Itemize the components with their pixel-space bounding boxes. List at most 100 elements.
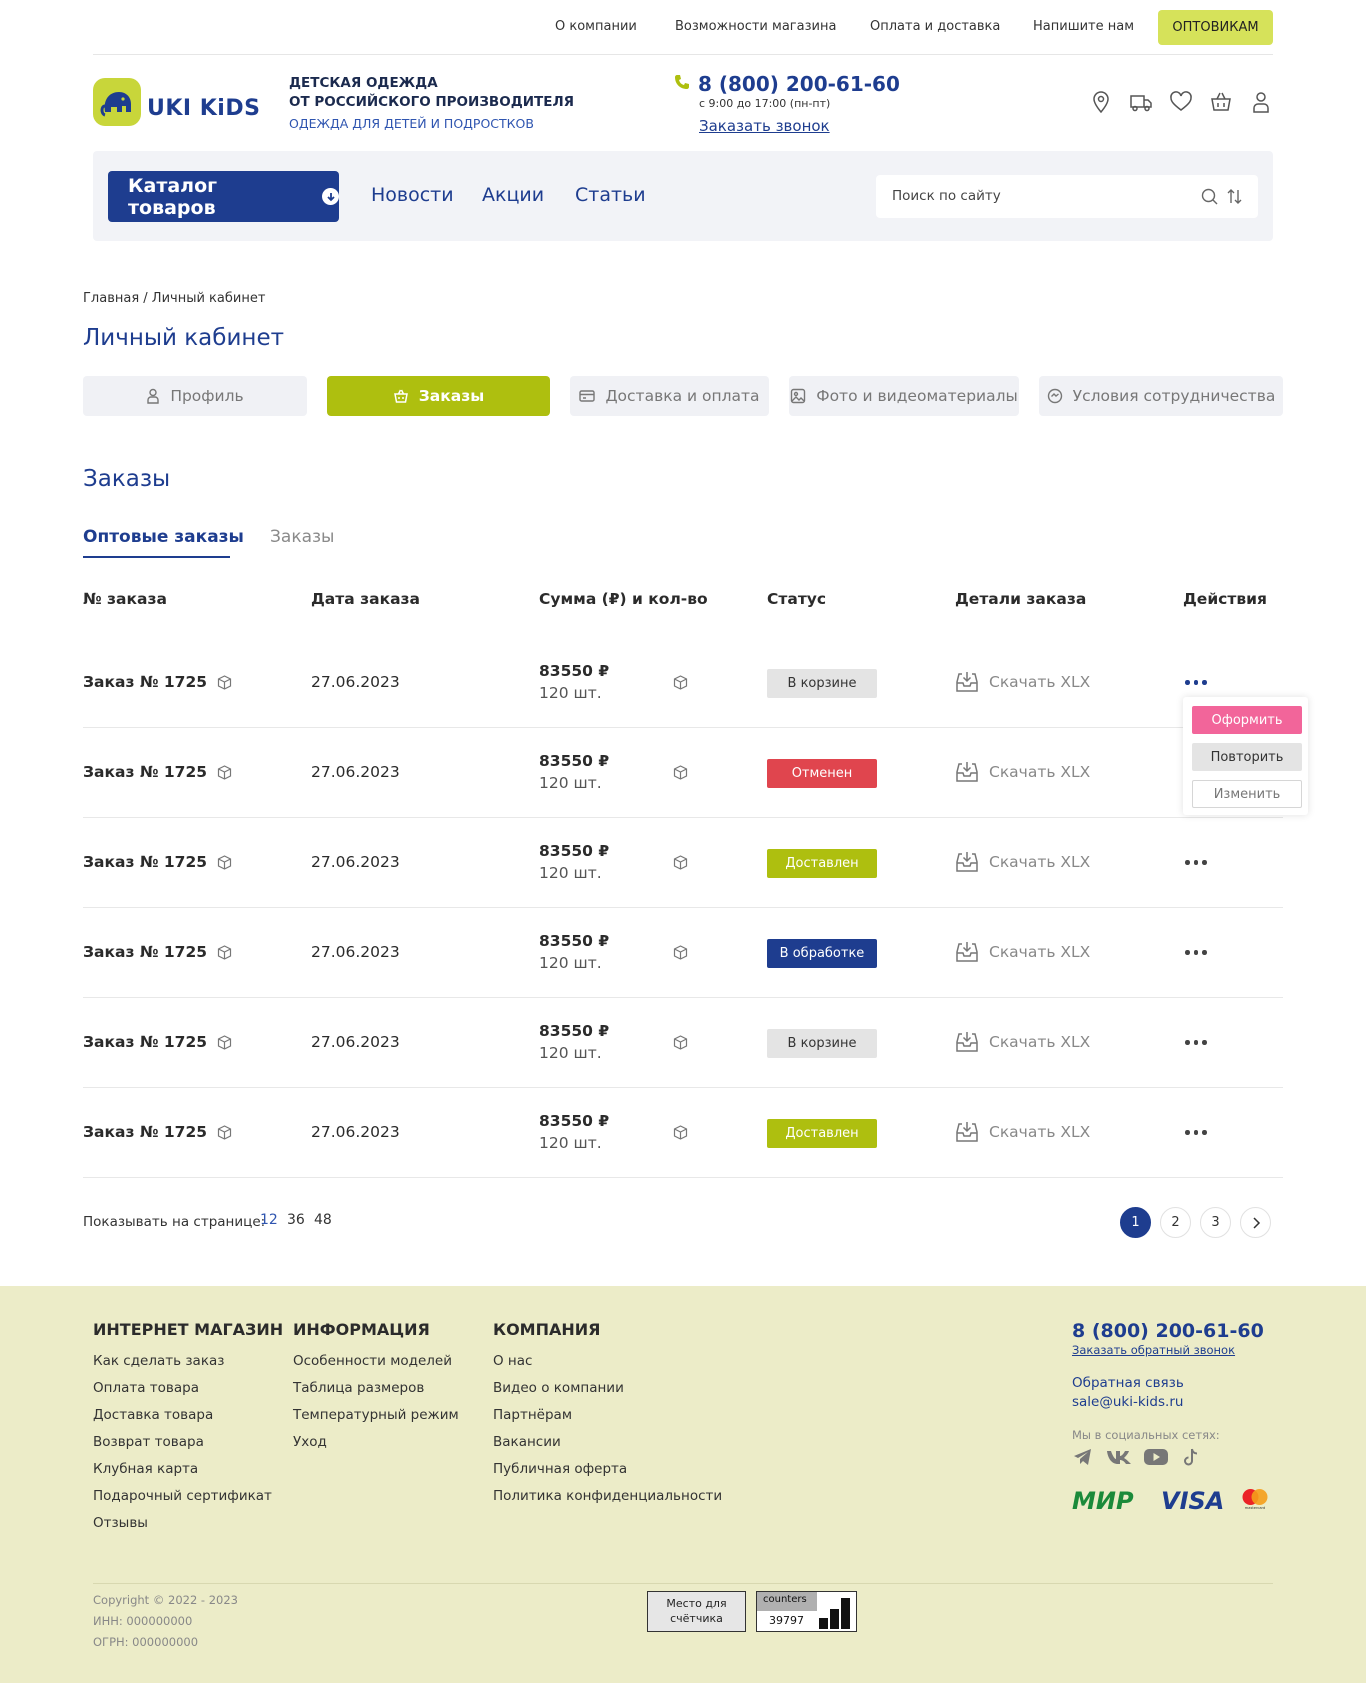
footer-link-shop[interactable]: Клубная карта — [93, 1461, 198, 1477]
package-icon[interactable] — [673, 945, 688, 960]
order-number[interactable]: Заказ № 1725 — [83, 943, 232, 961]
telegram-icon[interactable] — [1073, 1448, 1093, 1466]
topnav-link-about[interactable]: О компании — [555, 19, 637, 34]
order-date: 27.06.2023 — [311, 763, 400, 781]
search-icon[interactable] — [1201, 188, 1218, 205]
location-icon[interactable] — [1089, 90, 1113, 114]
catalog-button[interactable]: Каталог товаров — [108, 171, 339, 222]
vk-icon[interactable] — [1106, 1449, 1132, 1465]
footer-heading-company: КОМПАНИЯ — [493, 1320, 601, 1339]
download-xlx-link[interactable]: Скачать XLX — [955, 760, 1090, 784]
package-icon[interactable] — [673, 855, 688, 870]
footer-callback-link[interactable]: Заказать обратный звонок — [1072, 1343, 1235, 1357]
footer-link-company[interactable]: Публичная оферта — [493, 1461, 627, 1477]
footer-link-company[interactable]: Видео о компании — [493, 1380, 624, 1396]
topnav-link-payment-delivery[interactable]: Оплата и доставка — [870, 19, 1000, 34]
footer-link-info[interactable]: Особенности моделей — [293, 1353, 452, 1369]
callback-link[interactable]: Заказать звонок — [699, 117, 830, 135]
tab-media[interactable]: Фото и видеоматериалы — [789, 376, 1019, 416]
footer-link-info[interactable]: Уход — [293, 1434, 327, 1450]
footer-link-company[interactable]: Вакансии — [493, 1434, 561, 1450]
more-actions-icon[interactable] — [1185, 1040, 1207, 1045]
per-page-option-48[interactable]: 48 — [314, 1212, 332, 1228]
column-header-sum: Сумма (₽) и кол-во — [539, 590, 708, 608]
footer-link-shop[interactable]: Оплата товара — [93, 1380, 199, 1396]
tab-orders-retail[interactable]: Заказы — [270, 527, 334, 547]
more-actions-icon[interactable] — [1185, 1130, 1207, 1135]
footer-link-company[interactable]: Партнёрам — [493, 1407, 572, 1423]
footer-phone[interactable]: 8 (800) 200-61-60 — [1072, 1320, 1264, 1342]
page-1[interactable]: 1 — [1120, 1207, 1151, 1238]
basket-icon — [393, 388, 409, 404]
package-icon — [217, 674, 232, 690]
nav-link-news[interactable]: Новости — [371, 184, 454, 206]
page-3[interactable]: 3 — [1200, 1207, 1231, 1238]
footer-link-shop[interactable]: Как сделать заказ — [93, 1353, 224, 1369]
nav-link-articles[interactable]: Статьи — [575, 184, 646, 206]
repeat-button[interactable]: Повторить — [1192, 743, 1302, 771]
nav-link-promotions[interactable]: Акции — [482, 184, 544, 206]
download-xlx-link[interactable]: Скачать XLX — [955, 850, 1090, 874]
order-date: 27.06.2023 — [311, 673, 400, 691]
tab-cooperation[interactable]: Условия сотрудничества — [1039, 376, 1283, 416]
logo-elephant-icon[interactable] — [93, 78, 141, 126]
status-badge: Доставлен — [767, 849, 877, 878]
order-number[interactable]: Заказ № 1725 — [83, 1123, 232, 1141]
order-number[interactable]: Заказ № 1725 — [83, 673, 232, 691]
footer-link-shop[interactable]: Отзывы — [93, 1515, 148, 1531]
more-actions-icon[interactable] — [1185, 860, 1207, 865]
order-number[interactable]: Заказ № 1725 — [83, 1033, 232, 1051]
package-icon[interactable] — [673, 675, 688, 690]
tiktok-icon[interactable] — [1183, 1448, 1199, 1466]
order-number[interactable]: Заказ № 1725 — [83, 763, 232, 781]
sort-icon[interactable] — [1226, 188, 1243, 205]
package-icon[interactable] — [673, 1035, 688, 1050]
status-badge: В корзине — [767, 1029, 877, 1058]
footer-email[interactable]: sale@uki-kids.ru — [1072, 1394, 1183, 1410]
user-icon[interactable] — [1249, 90, 1273, 114]
tab-orders[interactable]: Заказы — [327, 376, 550, 416]
per-page-option-36[interactable]: 36 — [287, 1212, 305, 1228]
logo-text[interactable]: UKI KiDS — [147, 96, 260, 121]
footer-link-shop[interactable]: Возврат товара — [93, 1434, 204, 1450]
download-xlx-link[interactable]: Скачать XLX — [955, 1120, 1090, 1144]
footer-link-company[interactable]: О нас — [493, 1353, 532, 1369]
wholesale-button[interactable]: ОПТОВИКАМ — [1158, 10, 1273, 45]
counter-widget[interactable]: counters 39797 — [756, 1591, 857, 1632]
download-xlx-link[interactable]: Скачать XLX — [955, 670, 1090, 694]
footer-link-info[interactable]: Температурный режим — [293, 1407, 459, 1423]
package-icon[interactable] — [673, 765, 688, 780]
topnav-link-contact[interactable]: Напишите нам — [1033, 19, 1134, 34]
footer-link-info[interactable]: Таблица размеров — [293, 1380, 424, 1396]
next-page-button[interactable] — [1240, 1207, 1271, 1238]
header-phone[interactable]: 8 (800) 200-61-60 — [698, 72, 900, 96]
basket-icon[interactable] — [1209, 90, 1233, 114]
inn: ИНН: 000000000 — [93, 1614, 193, 1628]
youtube-icon[interactable] — [1144, 1448, 1168, 1466]
tab-wholesale-orders[interactable]: Оптовые заказы — [83, 527, 244, 547]
footer-link-company[interactable]: Политика конфиденциальности — [493, 1488, 722, 1504]
order-quantity: 120 шт. — [539, 864, 602, 882]
checkout-button[interactable]: Оформить — [1192, 706, 1302, 734]
tab-profile[interactable]: Профиль — [83, 376, 307, 416]
page-2[interactable]: 2 — [1160, 1207, 1191, 1238]
download-xlx-link[interactable]: Скачать XLX — [955, 940, 1090, 964]
search-input[interactable]: Поиск по сайту — [876, 175, 1258, 218]
feedback-link[interactable]: Обратная связь — [1072, 1375, 1184, 1391]
breadcrumb[interactable]: Главная / Личный кабинет — [83, 291, 265, 306]
order-date: 27.06.2023 — [311, 853, 400, 871]
more-actions-icon[interactable] — [1185, 680, 1207, 685]
footer-link-shop[interactable]: Доставка товара — [93, 1407, 213, 1423]
download-xlx-link[interactable]: Скачать XLX — [955, 1030, 1090, 1054]
footer-link-shop[interactable]: Подарочный сертификат — [93, 1488, 272, 1504]
per-page-option-12[interactable]: 12 — [260, 1212, 278, 1228]
more-actions-icon[interactable] — [1185, 950, 1207, 955]
package-icon[interactable] — [673, 1125, 688, 1140]
topnav-link-features[interactable]: Возможности магазина — [675, 19, 836, 34]
card-icon — [579, 389, 596, 403]
tab-delivery-payment[interactable]: Доставка и оплата — [570, 376, 769, 416]
heart-icon[interactable] — [1169, 90, 1193, 114]
order-number[interactable]: Заказ № 1725 — [83, 853, 232, 871]
delivery-truck-icon[interactable] — [1129, 90, 1153, 114]
edit-button[interactable]: Изменить — [1192, 780, 1302, 808]
